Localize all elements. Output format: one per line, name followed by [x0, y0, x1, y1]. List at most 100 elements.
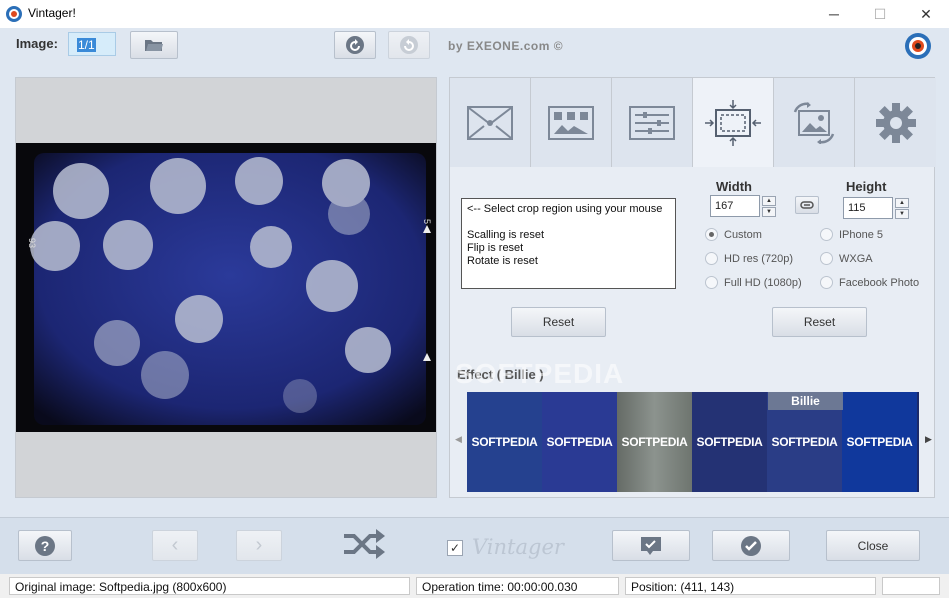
crop-icon [705, 99, 761, 146]
preset-iphone5[interactable]: IPhone 5 [820, 228, 883, 241]
next-button[interactable]: › [236, 530, 282, 561]
app-logo-icon [6, 6, 22, 22]
tab-adjustments[interactable] [612, 78, 693, 167]
checkmark-icon: ✓ [449, 541, 461, 555]
undo-button[interactable] [334, 31, 376, 59]
effects-prev-icon[interactable]: ◀ [455, 434, 462, 445]
info-line: Flip is reset [467, 242, 524, 254]
undo-icon [346, 36, 364, 54]
width-down-icon[interactable]: ▼ [762, 207, 776, 217]
svg-text:?: ? [41, 538, 50, 554]
help-icon: ? [35, 535, 55, 556]
softpedia-watermark: SOFTPEDIA [455, 358, 625, 389]
link-icon [800, 201, 814, 209]
chevron-right-icon: › [255, 534, 263, 556]
info-line: Scalling is reset [467, 229, 545, 241]
image-label: Image: [16, 36, 58, 51]
window-title: Vintager! [28, 6, 76, 20]
sliders-icon [629, 105, 675, 140]
chevron-left-icon: ‹ [171, 534, 179, 556]
apply-button[interactable] [712, 530, 790, 561]
radio-icon [820, 252, 833, 265]
previous-button[interactable]: ‹ [152, 530, 198, 561]
vintager-wordmark: Vintager [472, 535, 564, 559]
effect-tile[interactable]: SOFTPEDIA [617, 392, 692, 492]
lock-ratio-button[interactable] [795, 196, 819, 214]
redo-icon [400, 36, 418, 54]
radio-icon [705, 252, 718, 265]
envelope-frame-icon [467, 105, 513, 140]
image-index-value: 1/1 [77, 38, 96, 52]
preset-hd720[interactable]: HD res (720p) [705, 252, 793, 265]
height-up-icon[interactable]: ▲ [895, 198, 909, 208]
info-line: <-- Select crop region using your mouse [467, 203, 663, 215]
open-folder-button[interactable] [130, 31, 178, 59]
apply-all-button[interactable] [612, 530, 690, 561]
help-button[interactable]: ? [18, 530, 72, 561]
preset-label: WXGA [839, 252, 873, 265]
title-bar [0, 0, 949, 28]
minimize-button[interactable]: ─ [811, 0, 857, 28]
tab-rotate[interactable] [774, 78, 855, 167]
redo-button[interactable] [388, 31, 430, 59]
maximize-button[interactable]: ☐ [857, 0, 903, 28]
close-button[interactable]: Close [826, 530, 920, 561]
status-extra [882, 577, 940, 595]
preset-label: Facebook Photo [839, 276, 920, 289]
effects-next-icon[interactable]: ▶ [925, 434, 932, 445]
comment-check-icon [641, 536, 661, 555]
frame-mark-right: 5 [422, 219, 432, 224]
selected-effect-name: Billie [768, 392, 843, 410]
preset-label: IPhone 5 [839, 228, 884, 241]
crop-info-box: <-- Select crop region using your mouse … [461, 198, 676, 289]
width-input[interactable]: 167 [710, 195, 760, 217]
tab-gallery[interactable] [531, 78, 612, 167]
shuffle-icon [344, 529, 385, 559]
camera-lens-icon [905, 33, 931, 59]
effect-tile[interactable]: SOFTPEDIA [842, 392, 917, 492]
image-index-field[interactable]: 1/1 [68, 32, 116, 56]
tab-crop[interactable] [693, 78, 774, 167]
gear-icon [875, 102, 916, 143]
effect-tile[interactable]: SOFTPEDIA [467, 392, 542, 492]
info-line [467, 216, 670, 229]
tab-frames[interactable] [450, 78, 531, 167]
width-label: Width [716, 179, 752, 194]
preset-label: HD res (720p) [724, 252, 794, 265]
close-window-button[interactable]: ✕ [903, 0, 949, 28]
shuffle-button[interactable] [342, 527, 388, 561]
height-stepper[interactable]: ▲ ▼ [895, 198, 909, 220]
preset-custom[interactable]: Custom [705, 228, 762, 241]
image-preview[interactable]: 93 5 [16, 143, 436, 432]
reset-crop-button[interactable]: Reset [511, 307, 606, 337]
preset-label: Custom [724, 228, 762, 241]
tab-settings[interactable] [855, 78, 936, 167]
preset-wxga[interactable]: WXGA [820, 252, 873, 265]
preset-facebook[interactable]: Facebook Photo [820, 276, 919, 289]
vintager-logo-icon[interactable] [903, 31, 933, 61]
width-stepper[interactable]: ▲ ▼ [762, 196, 776, 218]
preset-fullhd[interactable]: Full HD (1080p) [705, 276, 802, 289]
folder-icon [145, 40, 163, 51]
width-up-icon[interactable]: ▲ [762, 196, 776, 206]
effects-strip: SOFTPEDIA SOFTPEDIA SOFTPEDIA SOFTPEDIA … [467, 392, 919, 492]
photo-gallery-icon [548, 105, 594, 140]
radio-icon [705, 228, 718, 241]
status-operation-time: Operation time: 00:00:00.030 [416, 577, 619, 595]
check-circle-icon [741, 535, 761, 556]
reset-size-button[interactable]: Reset [772, 307, 867, 337]
frame-mark-left: 93 [27, 238, 37, 248]
radio-icon [705, 276, 718, 289]
effect-tile[interactable]: SOFTPEDIA [542, 392, 617, 492]
vintager-checkbox[interactable]: ✓ [447, 540, 463, 556]
bokeh-photo: 93 5 [16, 143, 436, 432]
radio-icon [820, 228, 833, 241]
height-down-icon[interactable]: ▼ [895, 209, 909, 219]
preset-label: Full HD (1080p) [724, 276, 802, 289]
status-original-image: Original image: Softpedia.jpg (800x600) [9, 577, 410, 595]
effect-tile[interactable]: SOFTPEDIA [692, 392, 767, 492]
rotate-image-icon [793, 101, 835, 144]
height-label: Height [846, 179, 887, 194]
info-line: Rotate is reset [467, 255, 538, 267]
height-input[interactable]: 115 [843, 197, 893, 219]
